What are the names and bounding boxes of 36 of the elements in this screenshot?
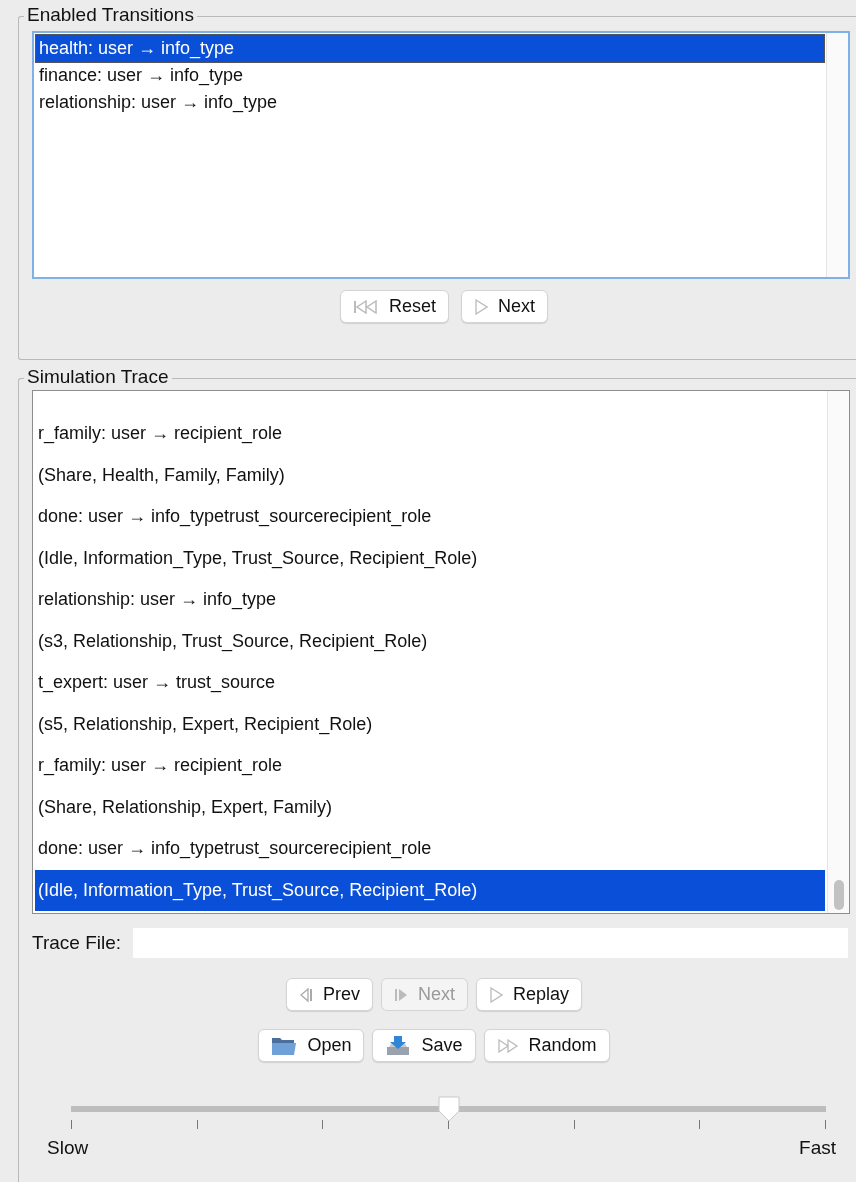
field-label: Trace File:: [32, 932, 122, 954]
step-forward-icon: [394, 986, 408, 1003]
button[interactable]: Random: [483, 1029, 610, 1062]
button[interactable]: Reset: [339, 290, 449, 323]
slider-label: Fast: [799, 1137, 836, 1159]
fast-forward-icon: [496, 1038, 519, 1053]
skip-back-icon: [352, 299, 379, 314]
list-item[interactable]: (Share, Relationship, Expert, Family): [35, 786, 825, 828]
list-item[interactable]: done: user → info_typetrust_sourcerecipient_role: [35, 828, 825, 870]
list-item[interactable]: (Share, Health, Family, Family): [35, 454, 825, 496]
list-item[interactable]: relationship: user → info_type: [35, 579, 825, 621]
button[interactable]: Open: [258, 1029, 365, 1062]
button[interactable]: Replay: [476, 978, 583, 1011]
scrollbar[interactable]: [826, 33, 848, 277]
list-item[interactable]: (s5, Relationship, Expert, Recipient_Role): [35, 703, 825, 745]
step-back-icon: [298, 986, 313, 1003]
list-item[interactable]: (Idle, Information_Type, Trust_Source, Recipient_Role): [35, 869, 825, 911]
scrollbar[interactable]: [827, 391, 849, 913]
button[interactable]: Next: [461, 290, 548, 323]
scrollbar-thumb[interactable]: [833, 880, 844, 910]
list-item[interactable]: r_family: user → recipient_role: [35, 413, 825, 455]
list-item[interactable]: health: user → info_type: [36, 35, 824, 62]
button[interactable]: Save: [372, 1029, 476, 1062]
tray-download-icon: [385, 1034, 412, 1057]
list-item[interactable]: t_expert: user → trust_source: [35, 662, 825, 704]
list-item[interactable]: (Idle, Information_Type, Trust_Source, Recipient_Role): [35, 537, 825, 579]
play-icon: [489, 986, 503, 1003]
slider-thumb[interactable]: [435, 1096, 462, 1122]
list-item[interactable]: r_family: user → recipient_role: [35, 745, 825, 787]
list-item[interactable]: done: user → info_typetrust_sourcerecipient_role: [35, 496, 825, 538]
slider-label: Slow: [47, 1137, 89, 1159]
list-item[interactable]: finance: user → info_type: [36, 62, 824, 89]
play-icon: [474, 298, 488, 315]
list-item[interactable]: relationship: user → info_type: [36, 89, 824, 116]
list-item[interactable]: (s3, Relationship, Trust_Source, Recipient_Role): [35, 620, 825, 662]
button[interactable]: Prev: [285, 978, 373, 1011]
